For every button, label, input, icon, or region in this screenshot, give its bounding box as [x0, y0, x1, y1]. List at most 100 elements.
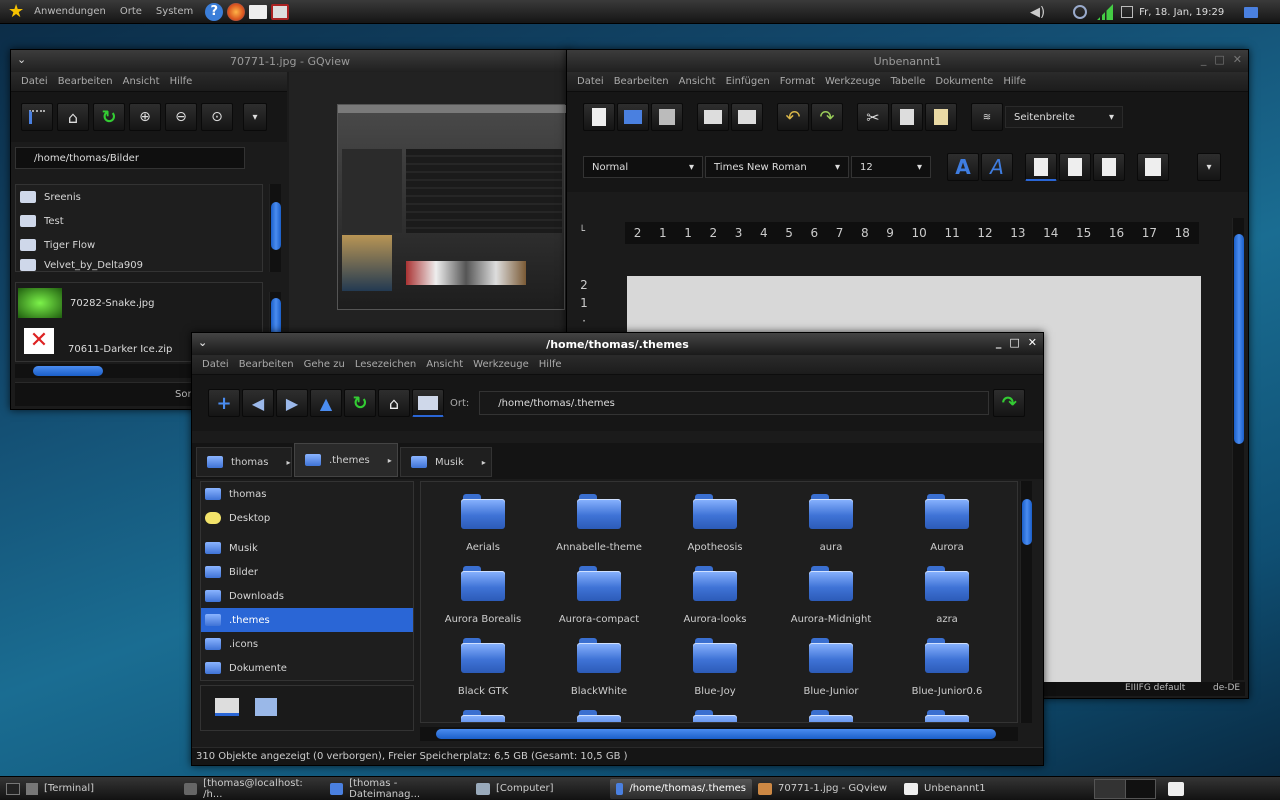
sidebar-item[interactable]: .themes — [201, 608, 413, 632]
new-tab-button[interactable]: + — [208, 389, 240, 417]
search-icon[interactable] — [1073, 5, 1088, 19]
save-button[interactable] — [651, 103, 683, 131]
close-icon[interactable]: ✕ — [1028, 336, 1037, 349]
menu-system[interactable]: System — [156, 6, 193, 17]
folder-item[interactable]: Aerials — [425, 492, 541, 564]
gqview-menu-datei[interactable]: Datei — [21, 76, 48, 87]
back-button[interactable]: ◀ — [242, 389, 274, 417]
new-document-button[interactable] — [583, 103, 615, 131]
folder-item[interactable]: Blue-Junior0.6 — [889, 636, 1005, 708]
gqview-menu-ansicht[interactable]: Ansicht — [123, 76, 160, 87]
nautilus-menu-werkzeuge[interactable]: Werkzeuge — [473, 359, 529, 370]
menu-applications[interactable]: Anwendungen — [34, 6, 106, 17]
minimize-icon[interactable]: _ — [996, 336, 1002, 349]
computer-button[interactable] — [412, 389, 444, 417]
zoom-button[interactable]: ≋ — [971, 103, 1003, 131]
folder-item[interactable]: aura — [773, 492, 889, 564]
folder-item[interactable]: Blue-Junior — [773, 636, 889, 708]
nautilus-menu-hilfe[interactable]: Hilfe — [539, 359, 562, 370]
media-player-icon[interactable] — [271, 3, 290, 20]
folder-item[interactable] — [889, 708, 1005, 722]
show-desktop-icon[interactable] — [6, 782, 20, 795]
writer-menu-einfuegen[interactable]: Einfügen — [726, 76, 770, 87]
more-format-button[interactable]: ▾ — [1197, 153, 1221, 181]
tab-thomas[interactable]: thomas ▸ — [196, 447, 292, 477]
star-menu-icon[interactable]: ★ — [8, 1, 24, 22]
menu-places[interactable]: Orte — [120, 6, 142, 17]
folder-item[interactable]: Aurora-compact — [541, 564, 657, 636]
reload-button[interactable]: ↻ — [344, 389, 376, 417]
thumbnails-button[interactable] — [21, 103, 53, 131]
tab-stop-icon[interactable]: └ — [579, 226, 585, 237]
writer-menu-ansicht[interactable]: Ansicht — [679, 76, 716, 87]
close-icon[interactable]: ✕ — [1233, 53, 1242, 66]
writer-menu-dokumente[interactable]: Dokumente — [935, 76, 993, 87]
icon-view-vscrollbar[interactable] — [1020, 481, 1032, 723]
zoom-out-button[interactable]: ⊖ — [165, 103, 197, 131]
email-icon[interactable] — [249, 4, 268, 19]
task-themes[interactable]: /home/thomas/.themes — [610, 778, 752, 799]
print-button[interactable] — [731, 103, 763, 131]
computer-icon[interactable] — [215, 698, 239, 716]
network-icon[interactable] — [1097, 4, 1114, 20]
sidebar-item[interactable]: Bilder — [201, 560, 413, 584]
writer-menu-format[interactable]: Format — [780, 76, 815, 87]
sidebar-item[interactable]: Downloads — [201, 584, 413, 608]
language[interactable]: de-DE — [1213, 683, 1240, 693]
task-terminal-localhost[interactable]: [thomas@localhost: /h... — [178, 778, 324, 800]
task-gqview[interactable]: 70771-1.jpg - GQview — [752, 779, 898, 799]
location-field[interactable]: /home/thomas/.themes — [479, 391, 990, 415]
align-center-button[interactable] — [1059, 153, 1091, 181]
minimize-icon[interactable]: _ — [1201, 53, 1207, 66]
go-button[interactable]: ↷ — [993, 389, 1026, 417]
font-grow-button[interactable]: A — [947, 153, 979, 181]
nautilus-menu-lesezeichen[interactable]: Lesezeichen — [355, 359, 416, 370]
maximize-icon[interactable]: □ — [1214, 53, 1224, 66]
home-button[interactable]: ⌂ — [378, 389, 410, 417]
tab-themes[interactable]: .themes ▸ — [294, 443, 398, 477]
maximize-icon[interactable]: □ — [1009, 336, 1019, 349]
open-button[interactable] — [617, 103, 649, 131]
sidebar-item[interactable]: .icons — [201, 632, 413, 656]
clock[interactable]: Fr, 18. Jan, 19:29 — [1139, 7, 1224, 18]
gqview-menu-bearbeiten[interactable]: Bearbeiten — [58, 76, 113, 87]
folder-item[interactable] — [773, 708, 889, 722]
window-menu-icon[interactable]: ⌄ — [198, 336, 207, 349]
folder-item[interactable]: Test — [16, 209, 262, 233]
writer-titlebar[interactable]: Unbenannt1 _ □ ✕ — [567, 50, 1248, 72]
nautilus-menu-bearbeiten[interactable]: Bearbeiten — [239, 359, 294, 370]
writer-menu-werkzeuge[interactable]: Werkzeuge — [825, 76, 881, 87]
nautilus-menu-ansicht[interactable]: Ansicht — [426, 359, 463, 370]
folder-item[interactable]: Blue-Joy — [657, 636, 773, 708]
folder-item[interactable]: Aurora-Midnight — [773, 564, 889, 636]
volume-icon[interactable]: ◀) — [1030, 5, 1045, 20]
sidebar-item[interactable]: Musik — [201, 536, 413, 560]
writer-vscrollbar[interactable] — [1232, 218, 1244, 680]
folder-item[interactable]: Aurora Borealis — [425, 564, 541, 636]
tab-musik[interactable]: Musik ▸ — [400, 447, 492, 477]
gqview-menu-hilfe[interactable]: Hilfe — [170, 76, 193, 87]
align-right-button[interactable] — [1093, 153, 1125, 181]
redo-button[interactable]: ↷ — [811, 103, 843, 131]
forward-button[interactable]: ▶ — [276, 389, 308, 417]
gqview-titlebar[interactable]: ⌄ 70771-1.jpg - GQview — [11, 50, 569, 72]
writer-menu-tabelle[interactable]: Tabelle — [891, 76, 926, 87]
writer-menu-bearbeiten[interactable]: Bearbeiten — [614, 76, 669, 87]
folder-item[interactable]: Aurora-looks — [657, 564, 773, 636]
folder-item[interactable]: BlackWhite — [541, 636, 657, 708]
help-icon[interactable]: ? — [205, 2, 224, 21]
font-italic-button[interactable]: A — [981, 153, 1013, 181]
paste-button[interactable] — [925, 103, 957, 131]
font-name-select[interactable]: Times New Roman ▾ — [705, 156, 849, 178]
sidebar-item[interactable]: Desktop — [201, 506, 413, 530]
paragraph-style-select[interactable]: Normal ▾ — [583, 156, 703, 178]
folder-item[interactable] — [425, 708, 541, 722]
sidebar-item[interactable]: Dokumente — [201, 656, 413, 680]
home-button[interactable]: ⌂ — [57, 103, 89, 131]
show-desktop-icon[interactable] — [1244, 6, 1259, 18]
folder-item[interactable]: Tiger Flow — [16, 233, 262, 257]
task-terminal[interactable]: [Terminal] — [38, 779, 178, 799]
nautilus-menu-gehezu[interactable]: Gehe zu — [304, 359, 345, 370]
undo-button[interactable]: ↶ — [777, 103, 809, 131]
folder-item[interactable] — [541, 708, 657, 722]
